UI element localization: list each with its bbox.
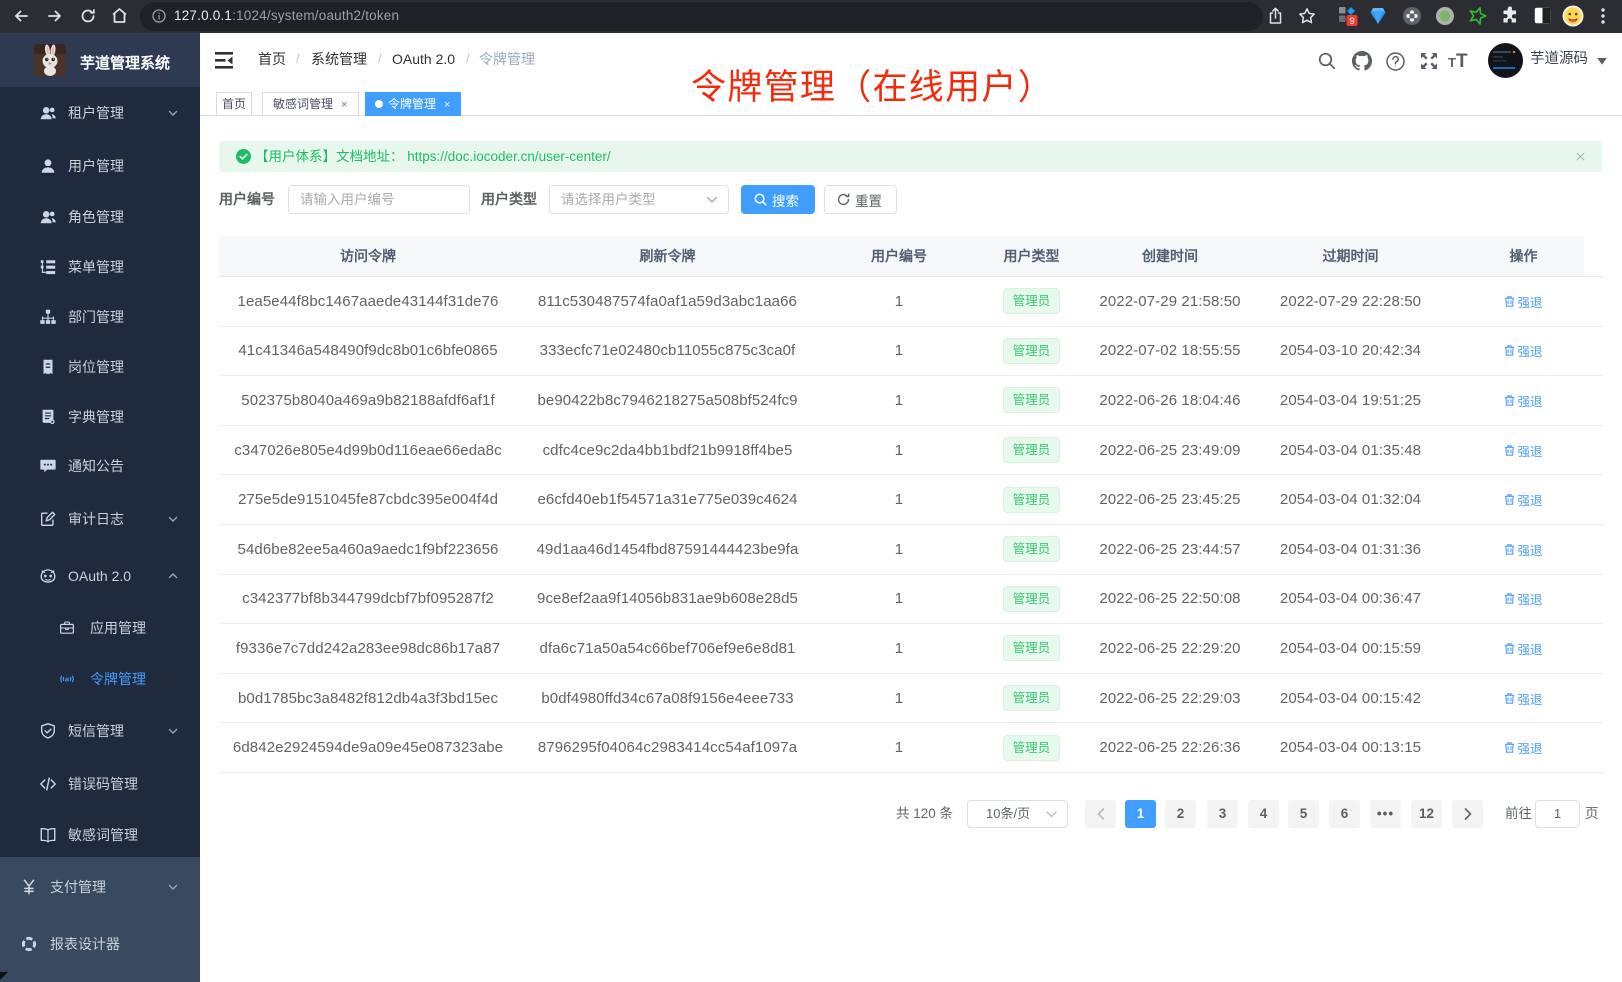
svg-text:a: a	[65, 675, 70, 684]
svg-text:9: 9	[1349, 16, 1354, 27]
